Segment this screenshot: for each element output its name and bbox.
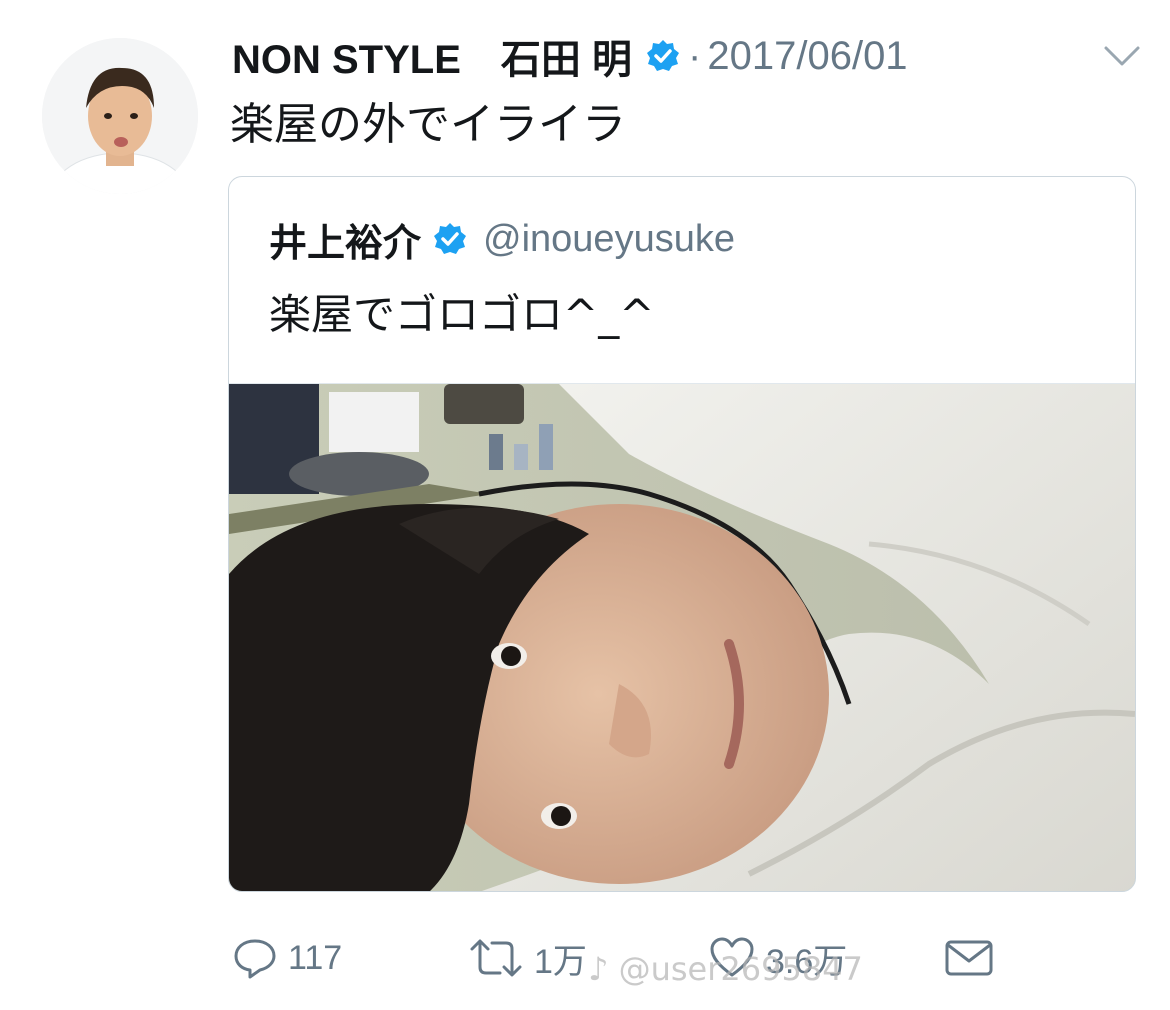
retweet-action[interactable]: 1万 xyxy=(468,930,587,986)
header-separator: · xyxy=(688,33,702,78)
quoted-author-name: 井上裕介 xyxy=(269,220,422,265)
avatar-photo xyxy=(42,38,198,194)
watermark-text: @user2695847 xyxy=(618,950,863,988)
quoted-author-handle: @inoueyusuke xyxy=(483,217,735,260)
reply-count: 117 xyxy=(288,938,343,977)
author-avatar[interactable] xyxy=(42,38,198,194)
quoted-tweet-text: 楽屋でゴロゴロ^_^ xyxy=(269,290,655,339)
chevron-down-icon[interactable] xyxy=(1100,38,1144,74)
reply-action[interactable]: 117 xyxy=(232,930,342,986)
reply-icon xyxy=(234,939,276,979)
tweet-header: NON STYLE 石田 明 · 2017/06/01 xyxy=(232,26,908,86)
tiktok-icon: ♪ xyxy=(588,950,609,988)
verified-badge-icon xyxy=(647,40,680,71)
retweet-count: 1万 xyxy=(534,942,587,981)
verified-badge-icon xyxy=(434,223,467,254)
retweet-icon xyxy=(470,939,522,977)
selfie-photo xyxy=(229,384,1135,891)
envelope-icon xyxy=(945,940,993,976)
tweet-text: 楽屋の外でイライラ xyxy=(230,99,626,150)
watermark: ♪ @user2695847 xyxy=(588,950,863,988)
quoted-tweet-header: 井上裕介 @inoueyusuke xyxy=(269,213,735,265)
message-action[interactable] xyxy=(944,930,994,986)
quoted-tweet-card[interactable]: 井上裕介 @inoueyusuke 楽屋でゴロゴロ^_^ xyxy=(228,176,1136,892)
author-display-name[interactable]: NON STYLE 石田 明 xyxy=(232,27,632,85)
quoted-tweet-photo[interactable] xyxy=(229,383,1135,891)
tweet-date[interactable]: 2017/06/01 xyxy=(707,34,907,79)
